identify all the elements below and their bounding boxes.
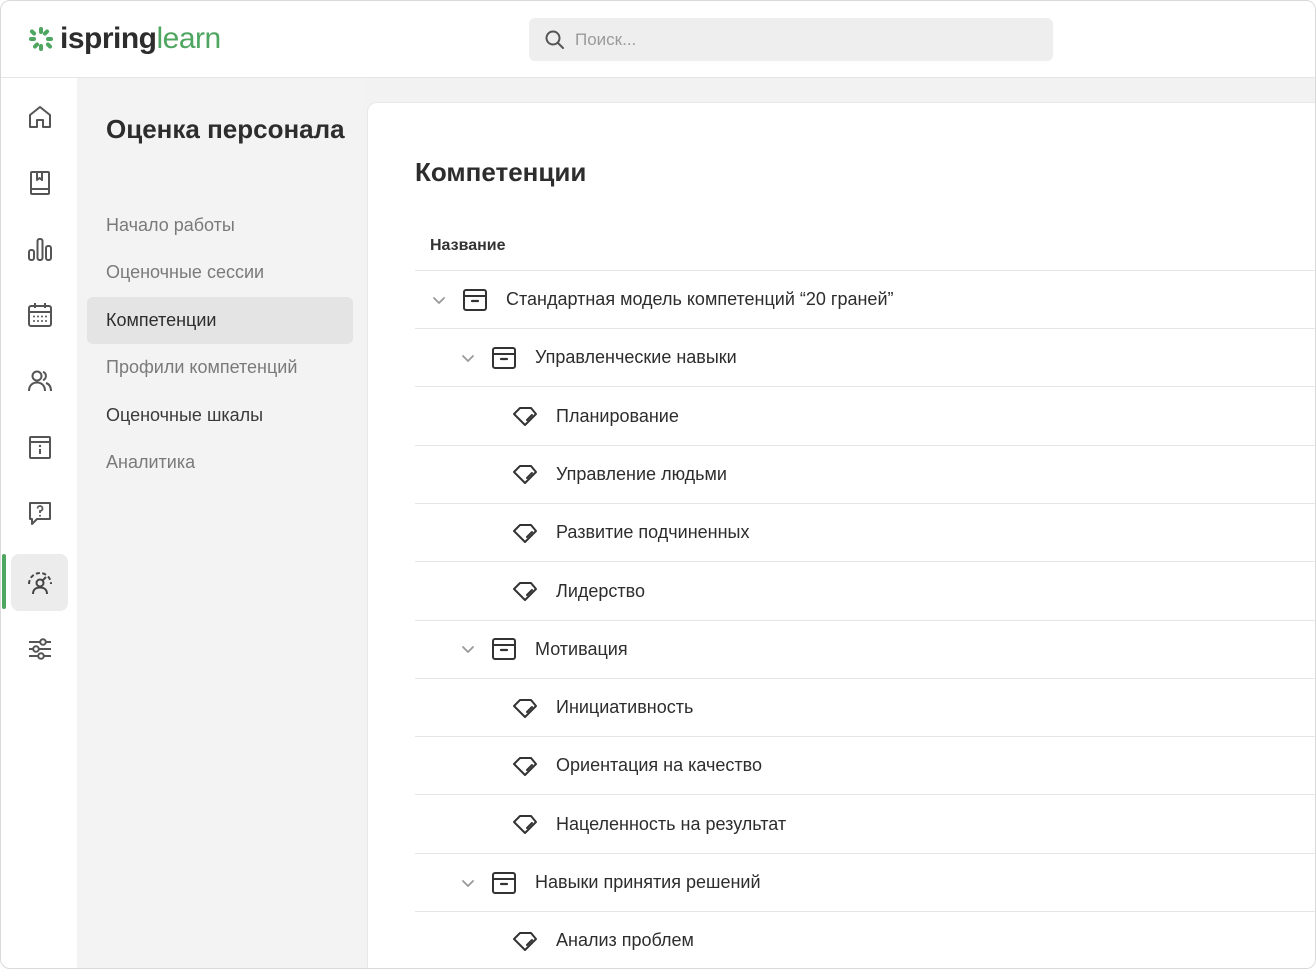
nav-item-competency-profiles[interactable]: Профили компетенций: [87, 344, 353, 391]
rail-home[interactable]: [11, 88, 68, 145]
app-window: ispring learn Поиск... Оценка персонала …: [0, 0, 1316, 969]
tree-row-competency[interactable]: Развитие подчиненных: [415, 504, 1315, 563]
bar-chart-icon: [27, 237, 52, 261]
rail-info[interactable]: [11, 418, 68, 475]
tree-row-competency[interactable]: Нацеленность на результат: [415, 796, 1315, 854]
gem-icon: [511, 810, 539, 838]
chevron-down-icon[interactable]: [431, 292, 447, 308]
tree-row-group[interactable]: Управленческие навыки: [415, 329, 1315, 388]
gem-icon: [511, 460, 539, 488]
nav-item-label: Профили компетенций: [106, 357, 298, 377]
tree-row-group[interactable]: Стандартная модель компетенций “20 гране…: [415, 271, 1315, 329]
calendar-icon: [27, 302, 52, 327]
tree-row-label: Ориентация на качество: [556, 755, 763, 776]
tree-row-competency[interactable]: Лидерство: [415, 563, 1315, 621]
tree-row-label: Развитие подчиненных: [556, 522, 750, 543]
nav-item-label: Оценочные шкалы: [106, 405, 264, 425]
users-icon: [27, 370, 52, 391]
nav-item-label: Начало работы: [106, 215, 235, 235]
tree-row-label: Мотивация: [535, 638, 628, 659]
chevron-down-icon[interactable]: [460, 350, 476, 366]
home-icon: [28, 105, 51, 128]
nav-item-label: Компетенции: [106, 310, 217, 330]
section-sidebar: Оценка персонала Начало работы Оценочные…: [77, 78, 363, 968]
book-icon: [29, 170, 50, 195]
chevron-down-icon[interactable]: [460, 641, 476, 657]
nav-item-assessment-sessions[interactable]: Оценочные сессии: [87, 249, 353, 296]
tree-row-competency[interactable]: Инициативность: [415, 679, 1315, 738]
tree-row-label: Стандартная модель компетенций “20 гране…: [506, 289, 894, 309]
tree-row-label: Управление людьми: [556, 463, 727, 484]
rail-courses[interactable]: [11, 154, 68, 211]
nav-item-getting-started[interactable]: Начало работы: [87, 202, 353, 249]
tree-row-competency[interactable]: Управление людьми: [415, 446, 1315, 504]
nav-item-label: Аналитика: [106, 452, 196, 472]
folder-box-icon: [490, 869, 518, 897]
column-header-name[interactable]: Название: [430, 237, 506, 255]
ispring-logo[interactable]: ispring learn: [28, 21, 221, 57]
tree-row-label: Анализ проблем: [556, 930, 694, 951]
assessment-gauge-icon: [27, 571, 52, 594]
nav-item-label: Оценочные сессии: [106, 262, 265, 282]
icon-rail: [1, 78, 77, 968]
tree-row-group[interactable]: Навыки принятия решений: [415, 854, 1315, 912]
logo-text-secondary: learn: [156, 22, 222, 55]
logo-text-primary: ispring: [60, 22, 157, 55]
tree-row-competency[interactable]: Ориентация на качество: [415, 737, 1315, 796]
info-card-icon: [28, 435, 51, 459]
gem-icon: [511, 694, 539, 722]
gem-icon: [511, 752, 539, 780]
tree-row-competency[interactable]: Анализ проблем: [415, 912, 1315, 968]
page-title: Компетенции: [415, 157, 587, 187]
rail-calendar[interactable]: [11, 286, 68, 343]
folder-box-icon: [490, 344, 518, 372]
tree-row-label: Управленческие навыки: [535, 347, 737, 368]
tree-row-label: Навыки принятия решений: [535, 872, 761, 892]
rail-reports[interactable]: [11, 220, 68, 277]
chevron-down-icon[interactable]: [460, 875, 476, 891]
nav-item-analytics[interactable]: Аналитика: [87, 439, 353, 486]
gem-icon: [511, 519, 539, 547]
search-input[interactable]: [575, 29, 1015, 50]
rail-users[interactable]: [11, 352, 68, 409]
folder-box-icon: [490, 635, 518, 663]
main-panel: Компетенции Название Стандартная модель …: [367, 102, 1315, 968]
settings-sliders-icon: [28, 637, 51, 660]
tree-row-label: Нацеленность на результат: [556, 813, 787, 834]
active-indicator: [2, 554, 6, 609]
tree-row-label: Инициативность: [556, 697, 694, 718]
question-chat-icon: [28, 501, 51, 525]
tree-row-label: Планирование: [556, 405, 679, 426]
rail-help[interactable]: [11, 484, 68, 541]
tree-row-label: Лидерство: [556, 580, 646, 601]
tree-row-group[interactable]: Мотивация: [415, 621, 1315, 679]
rail-assessment[interactable]: [11, 554, 68, 611]
gem-icon: [511, 402, 539, 430]
folder-box-icon: [461, 286, 489, 314]
section-title: Оценка персонала: [106, 114, 345, 144]
tree-row-competency[interactable]: Планирование: [415, 388, 1315, 446]
search-icon: [545, 30, 564, 49]
rail-settings[interactable]: [11, 620, 68, 677]
top-bar: ispring learn: [1, 1, 1315, 78]
gem-icon: [511, 577, 539, 605]
nav-item-rating-scales[interactable]: Оценочные шкалы: [87, 392, 353, 439]
search-box[interactable]: [529, 18, 1053, 61]
gem-icon: [511, 927, 539, 955]
nav-item-competencies[interactable]: Компетенции: [87, 297, 353, 344]
logo-mark-icon: [29, 27, 53, 51]
